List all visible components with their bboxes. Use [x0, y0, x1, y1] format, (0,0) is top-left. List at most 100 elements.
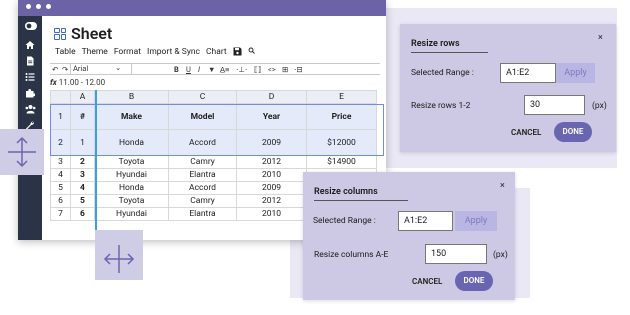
formula-value: 11.00 - 12.00: [58, 78, 106, 87]
window-dot[interactable]: [36, 4, 41, 9]
table-cell[interactable]: Camry: [168, 194, 237, 208]
align-icon[interactable]: A̲≡: [220, 65, 229, 74]
column-header-d[interactable]: D: [236, 90, 307, 104]
table-cell[interactable]: Accord: [168, 129, 237, 156]
table-cell[interactable]: 3: [70, 168, 95, 182]
undo-icon[interactable]: ↶: [52, 65, 58, 74]
toggle-icon[interactable]: [25, 22, 37, 32]
table-cell[interactable]: $12000: [306, 129, 377, 156]
range-label: Selected Range :: [411, 68, 474, 78]
menu-bar: Table Theme Format Import & Sync Chart: [55, 47, 255, 59]
table-row[interactable]: 3 2 Toyota Camry 2012 $14900: [50, 155, 377, 169]
menu-item-theme[interactable]: Theme: [82, 47, 108, 59]
underline-button[interactable]: U: [186, 65, 191, 74]
table-cell[interactable]: Elantra: [168, 207, 237, 221]
menu-item-chart[interactable]: Chart: [206, 47, 227, 59]
more-options-icon[interactable]: ⋅⊟: [294, 65, 303, 74]
table-cell[interactable]: 2009: [236, 129, 307, 156]
sheet-icon: [54, 27, 66, 40]
column-header-c[interactable]: C: [168, 90, 237, 104]
table-cell[interactable]: Hyundai: [94, 207, 169, 221]
dialog-title: Resize rows: [411, 39, 488, 53]
link-icon[interactable]: ⟦⟧: [254, 65, 261, 74]
font-select[interactable]: Arial ⌄: [70, 63, 132, 74]
table-icon[interactable]: ⊞: [282, 65, 288, 74]
row-resize-icon: [8, 136, 36, 168]
column-width-input[interactable]: 150: [425, 244, 487, 264]
users-icon[interactable]: [25, 104, 36, 114]
home-icon[interactable]: [25, 40, 35, 50]
table-cell[interactable]: 2010: [236, 207, 307, 221]
range-field[interactable]: A1:E2: [398, 211, 453, 231]
row-number[interactable]: 3: [50, 155, 71, 169]
formula-bar[interactable]: fx 11.00 - 12.00: [50, 78, 105, 87]
window-dot[interactable]: [26, 4, 31, 9]
table-cell[interactable]: Make: [94, 103, 169, 130]
table-cell[interactable]: 4: [70, 181, 95, 195]
column-header-e[interactable]: E: [306, 90, 377, 104]
table-cell[interactable]: 2009: [236, 181, 307, 195]
table-cell[interactable]: Honda: [94, 129, 169, 156]
column-header-a[interactable]: A: [70, 90, 95, 104]
window-dot[interactable]: [46, 4, 51, 9]
redo-icon[interactable]: ↷: [62, 65, 68, 74]
table-row[interactable]: 1 # Make Model Year Price: [50, 103, 377, 130]
done-button[interactable]: DONE: [455, 271, 493, 291]
close-icon[interactable]: ×: [500, 181, 505, 191]
cancel-button[interactable]: CANCEL: [412, 277, 442, 286]
list-icon[interactable]: [25, 72, 35, 82]
table-cell[interactable]: Hyundai: [94, 168, 169, 182]
table-cell[interactable]: Toyota: [94, 194, 169, 208]
close-icon[interactable]: ×: [598, 33, 603, 43]
table-cell[interactable]: 5: [70, 194, 95, 208]
table-cell[interactable]: 2012: [236, 194, 307, 208]
puzzle-icon[interactable]: [25, 88, 36, 98]
table-cell[interactable]: Price: [306, 103, 377, 130]
table-cell[interactable]: 2: [70, 155, 95, 169]
search-icon[interactable]: [248, 47, 255, 59]
sidebar: [18, 16, 42, 240]
column-resize-guide[interactable]: [95, 90, 97, 240]
row-number[interactable]: 2: [50, 129, 71, 156]
table-cell[interactable]: 2010: [236, 168, 307, 182]
italic-button[interactable]: I: [198, 65, 200, 74]
menu-item-table[interactable]: Table: [55, 47, 76, 59]
row-number[interactable]: 5: [50, 181, 71, 195]
row-number[interactable]: 7: [50, 207, 71, 221]
done-button[interactable]: DONE: [554, 122, 592, 142]
menu-item-import-sync[interactable]: Import & Sync: [147, 47, 200, 59]
table-cell[interactable]: #: [70, 103, 95, 130]
column-resize-handle[interactable]: [95, 230, 143, 280]
table-cell[interactable]: 2012: [236, 155, 307, 169]
table-cell[interactable]: Toyota: [94, 155, 169, 169]
table-row[interactable]: 2 1 Honda Accord 2009 $12000: [50, 129, 377, 156]
row-number[interactable]: 1: [50, 103, 71, 130]
column-header-b[interactable]: B: [94, 90, 169, 104]
table-cell[interactable]: 1: [70, 129, 95, 156]
more-format-icon[interactable]: ⋅⊥⋅: [236, 65, 247, 74]
row-number[interactable]: 4: [50, 168, 71, 182]
menu-item-format[interactable]: Format: [114, 47, 141, 59]
table-cell[interactable]: Accord: [168, 181, 237, 195]
table-cell[interactable]: $14900: [306, 155, 377, 169]
table-cell[interactable]: Elantra: [168, 168, 237, 182]
apply-button[interactable]: Apply: [556, 63, 595, 83]
row-number[interactable]: 6: [50, 194, 71, 208]
bold-button[interactable]: B: [174, 65, 179, 74]
save-icon[interactable]: [233, 47, 242, 59]
fill-color-icon[interactable]: ▼: [208, 65, 215, 74]
code-icon[interactable]: <>: [268, 65, 276, 74]
font-select-value: Arial: [73, 64, 89, 73]
cancel-button[interactable]: CANCEL: [511, 128, 541, 137]
table-cell[interactable]: Honda: [94, 181, 169, 195]
table-cell[interactable]: Model: [168, 103, 237, 130]
range-field[interactable]: A1:E2: [500, 63, 556, 83]
row-resize-handle[interactable]: [0, 129, 44, 175]
document-icon[interactable]: [25, 56, 35, 66]
apply-button[interactable]: Apply: [455, 211, 497, 231]
row-height-input[interactable]: 30: [524, 95, 585, 115]
table-cell[interactable]: 6: [70, 207, 95, 221]
corner-cell[interactable]: [50, 90, 71, 104]
table-cell[interactable]: Camry: [168, 155, 237, 169]
table-cell[interactable]: Year: [236, 103, 307, 130]
